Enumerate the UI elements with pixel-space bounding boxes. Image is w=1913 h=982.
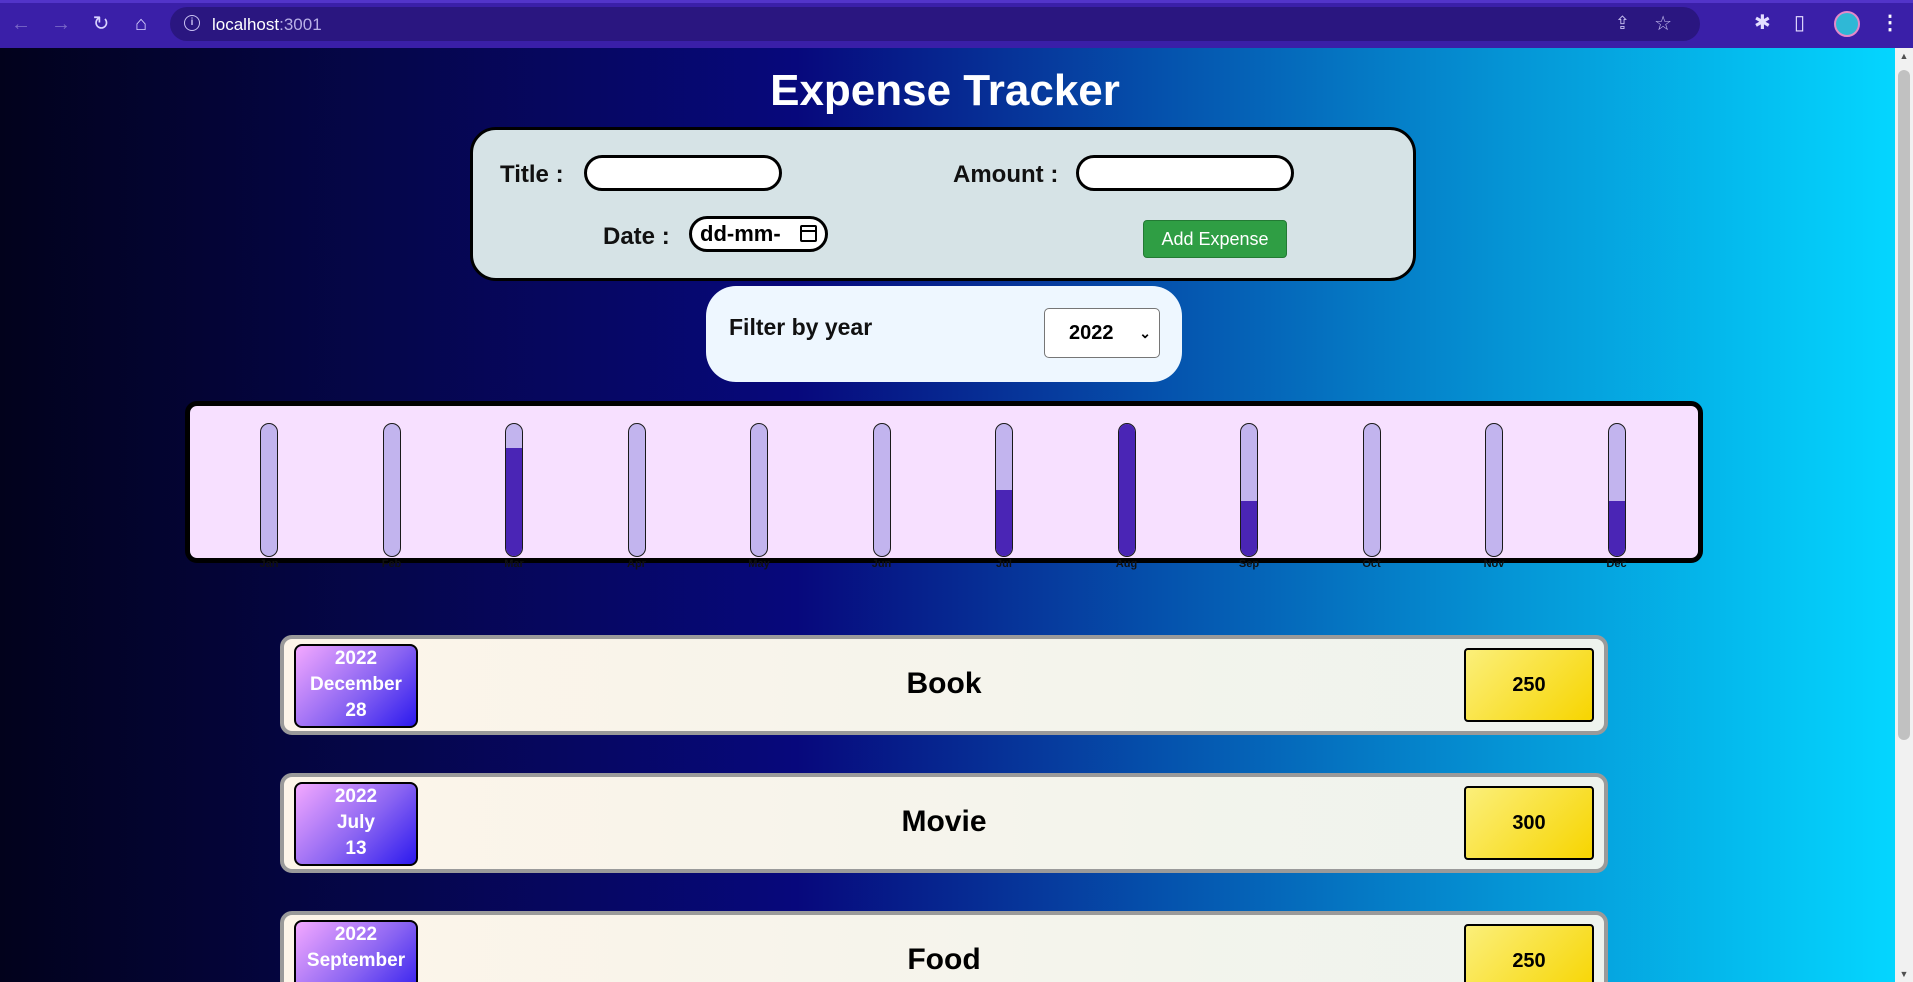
scroll-down-icon[interactable]: ▼ [1895, 969, 1913, 979]
chart-bar-mar: Mar [504, 423, 524, 570]
chart-bar-fill [506, 447, 522, 556]
chart-bar-track [505, 423, 523, 557]
expense-amount: 300 [1464, 786, 1594, 860]
chart-bar-jul: Jul [995, 423, 1013, 570]
forward-icon[interactable]: → [47, 10, 75, 38]
year-select-value: 2022 [1069, 322, 1114, 344]
chart-bar-may: May [748, 423, 770, 570]
chart-bar-track [1240, 423, 1258, 557]
chart-bar-feb: Feb [382, 423, 401, 570]
reload-icon[interactable]: ↻ [87, 10, 115, 38]
title-label: Title : [500, 161, 564, 188]
chart-bar-jan: Jan [260, 423, 278, 570]
back-icon[interactable]: ← [7, 10, 35, 38]
chart-bar-aug: Aug [1116, 423, 1137, 570]
page-background: Expense Tracker Title : Amount : Date : … [0, 48, 1895, 982]
chart-bar-fill [1118, 424, 1135, 556]
bookmark-star-icon[interactable]: ☆ [1654, 11, 1672, 36]
extensions-icon[interactable]: ✱ [1754, 10, 1771, 35]
monthly-expense-chart: Jan Feb Mar Apr May Jun Jul Aug Sep Oct Nov Dec [185, 401, 1703, 570]
add-expense-button[interactable]: Add Expense [1143, 220, 1287, 258]
app-title: Expense Tracker [770, 66, 1120, 115]
date-input[interactable]: dd-mm- [689, 216, 828, 252]
chart-month-label: Aug [1115, 558, 1138, 570]
tab-strip-edge [0, 0, 1913, 3]
chart-month-label: Sep [1238, 558, 1260, 570]
chart-month-label: Jan [259, 558, 279, 570]
chart-month-label: Nov [1483, 558, 1505, 570]
chart-month-label: May [748, 558, 770, 570]
filter-label: Filter by year [729, 314, 873, 340]
chart-bar-dec: Dec [1606, 423, 1627, 570]
url-port: :3001 [279, 15, 322, 34]
chart-bar-nov: Nov [1484, 423, 1504, 570]
year-filter: Filter by year 2022 ⌄ [706, 286, 1182, 382]
chart-bar-track [872, 423, 891, 557]
browser-toolbar: ← → ↻ ⌂ i localhost:3001 ⇪ ☆ ✱ ▯ ⋮ [0, 0, 1913, 48]
url-text[interactable]: localhost:3001 [212, 15, 322, 35]
chart-month-label: Oct [1362, 558, 1381, 570]
amount-input[interactable] [1076, 155, 1294, 191]
chart-bar-track [627, 423, 646, 557]
chart-bar-apr: Apr [627, 423, 646, 570]
expense-day: 13 [345, 838, 367, 859]
chart-bar-oct: Oct [1362, 423, 1381, 570]
chart-bar-track [260, 423, 278, 557]
scroll-up-icon[interactable]: ▲ [1895, 51, 1913, 61]
expense-item: 2022 September Food 250 [280, 911, 1608, 982]
chart-bar-track [1117, 423, 1136, 557]
date-placeholder: dd-mm- [700, 221, 781, 246]
title-input[interactable] [584, 155, 782, 191]
scrollbar-thumb[interactable] [1898, 70, 1910, 740]
url-host: localhost [212, 15, 280, 34]
chart-bar-track [1607, 423, 1626, 557]
chart-month-label: Feb [381, 558, 402, 570]
chart-bar-track [1362, 423, 1381, 557]
page-scrollbar[interactable]: ▲ ▼ [1895, 48, 1913, 982]
date-label: Date : [603, 223, 670, 250]
chart-month-label: Mar [504, 558, 524, 570]
expense-title: Movie [901, 805, 987, 838]
chart-bar-track [750, 423, 768, 557]
chart-month-label: Dec [1606, 558, 1627, 570]
chart-bar-fill [1608, 500, 1625, 556]
home-icon[interactable]: ⌂ [127, 10, 155, 38]
expense-amount: 250 [1464, 648, 1594, 722]
share-icon[interactable]: ⇪ [1615, 13, 1630, 34]
chart-month-label: Apr [627, 558, 646, 570]
expense-item: 2022 July 13 Movie 300 [280, 773, 1608, 873]
expense-day: 28 [345, 700, 367, 721]
expense-item: 2022 December 28 Book 250 [280, 635, 1608, 735]
expense-title: Book [906, 667, 982, 700]
chart-bar-fill [996, 490, 1012, 556]
address-bar[interactable]: i localhost:3001 ⇪ ☆ [170, 7, 1700, 41]
profile-avatar[interactable] [1834, 11, 1860, 37]
expense-amount: 250 [1464, 924, 1594, 982]
expense-title: Food [907, 943, 981, 976]
site-info-icon[interactable]: i [184, 15, 200, 31]
amount-label: Amount : [953, 161, 1059, 188]
chart-month-label: Jul [996, 558, 1012, 570]
chart-month-label: Jun [871, 558, 892, 570]
calendar-icon[interactable] [800, 225, 817, 242]
chart-bar-track [1485, 423, 1503, 557]
chart-bar-track [382, 423, 401, 557]
browser-menu-icon[interactable]: ⋮ [1880, 10, 1900, 35]
chart-bar-jun: Jun [872, 423, 891, 570]
chart-bar-sep: Sep [1239, 423, 1259, 570]
chart-bar-fill [1241, 500, 1257, 556]
side-panel-icon[interactable]: ▯ [1794, 10, 1805, 35]
chart-bar-track [995, 423, 1013, 557]
chevron-down-icon: ⌄ [1139, 325, 1151, 341]
expense-form: Title : Amount : Date : dd-mm- Add Expen… [470, 127, 1416, 281]
year-select[interactable]: 2022 ⌄ [1044, 308, 1160, 358]
